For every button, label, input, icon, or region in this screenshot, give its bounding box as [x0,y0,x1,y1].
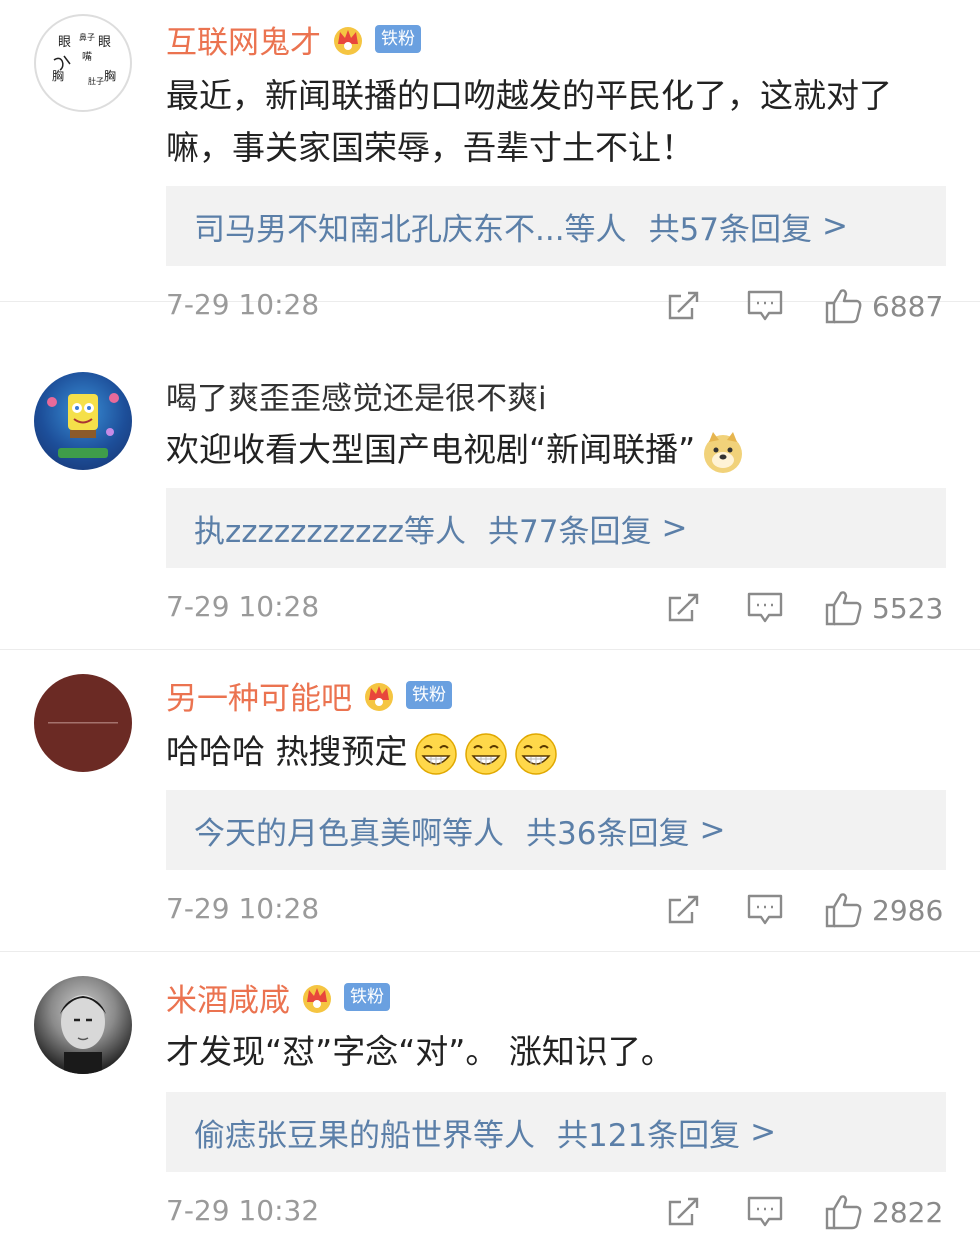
comment-button[interactable] [746,1190,784,1234]
comment-icon [747,894,783,925]
timestamp: 7-29 10:28 [166,590,320,623]
timestamp: 7-29 10:28 [166,892,320,925]
comment-button[interactable] [746,586,784,630]
comment-icon [747,290,783,321]
avatar[interactable] [34,976,132,1074]
avatar-text: 嘴 [82,51,92,63]
reply-count: 共57条回复 [648,211,813,248]
like-count: 2822 [872,1195,944,1229]
comment-text: 欢迎收看大型国产电视剧“新闻联播” [166,424,950,476]
reply-users: 今天的月色真美啊等人 [194,815,504,852]
like-icon [825,289,862,324]
name-line: 喝了爽歪歪感觉还是很不爽i [166,370,547,420]
avatar-text: 眼 [98,35,111,50]
chevron-right-icon: > [750,1114,777,1150]
like-button[interactable]: 2986 [824,888,943,932]
username[interactable]: 喝了爽歪歪感觉还是很不爽i [166,373,547,418]
doge-emoji [704,431,743,473]
like-button[interactable]: 6887 [824,284,943,328]
meta-row: 7-29 10:28 5523 [166,584,946,634]
username[interactable]: 另一种可能吧 [166,673,352,718]
comment-button[interactable] [746,888,784,932]
cartoon-avatar [47,393,119,458]
comment-icon [747,592,783,623]
dark-red-avatar [48,722,118,724]
reply-summary[interactable]: 执zzzzzzzzzzz等人 共77条回复 > [166,488,946,568]
grin-emoji [464,732,507,775]
timestamp: 7-29 10:28 [166,288,320,321]
meta-row: 7-29 10:28 2986 [166,886,946,936]
reply-summary[interactable]: 今天的月色真美啊等人 共36条回复 > [166,790,946,870]
comment-text: 才发现“怼”字念“对”。 涨知识了。 [166,1032,674,1071]
username[interactable]: 米酒咸咸 [166,975,290,1020]
share-icon [668,895,699,924]
like-icon [825,591,862,626]
meta-row: 7-29 10:28 6887 [166,282,946,332]
reply-users: 偷痣张豆果的船世界等人 [194,1117,535,1154]
reply-users: 司马男不知南北孔庆东不...等人 [194,211,627,248]
crown-icon [303,985,331,1013]
crown-icon [334,27,362,55]
crown-icon [365,683,393,711]
name-line: 互联网鬼才 铁粉 [166,14,421,64]
share-icon [668,1197,699,1226]
meta-row: 7-29 10:32 2822 [166,1188,946,1238]
photo-avatar [60,995,106,1074]
like-icon [825,893,862,928]
avatar-text: 肚子 [88,77,104,86]
comment-text: 最近，新闻联播的口吻越发的平民化了，这就对了嘛，事关家国荣辱，吾辈寸土不让！ [166,76,892,167]
like-count: 5523 [872,591,944,625]
like-count: 2986 [872,893,944,927]
grin-emoji [414,732,457,775]
avatar[interactable] [34,372,132,470]
like-count: 6887 [872,289,944,323]
avatar-text: 胸 [104,68,116,83]
reply-summary[interactable]: 偷痣张豆果的船世界等人 共121条回复 > [166,1092,946,1172]
avatar-text: 鼻子 [79,32,95,42]
timestamp: 7-29 10:32 [166,1194,320,1227]
reply-summary[interactable]: 司马男不知南北孔庆东不...等人 共57条回复 > [166,186,946,266]
reply-count: 共121条回复 [557,1117,741,1154]
fan-badge: 铁粉 [375,25,421,53]
chevron-right-icon: > [661,510,688,546]
like-button[interactable]: 5523 [824,586,943,630]
share-icon [668,291,699,320]
share-button[interactable] [666,586,702,630]
grin-emoji [514,732,557,775]
comment-card: 另一种可能吧 铁粉 哈哈哈 热搜预定 今天的月色真美啊等人 共36条回复 > 7… [0,650,980,952]
chevron-right-icon: > [699,812,726,848]
fan-badge: 铁粉 [344,983,390,1011]
comment-text-content: 欢迎收看大型国产电视剧“新闻联播” [166,430,696,469]
comment-icon [747,1196,783,1227]
fan-badge: 铁粉 [406,681,452,709]
hand-drawn-text-avatar: 眼 鼻子 眼 嘴 胸 肚子 胸 [52,32,116,86]
share-button[interactable] [666,888,702,932]
like-icon [825,1195,862,1230]
name-line: 另一种可能吧 铁粉 [166,670,452,720]
comment-card: 喝了爽歪歪感觉还是很不爽i 欢迎收看大型国产电视剧“新闻联播” 执zzzzzzz… [0,348,980,650]
like-button[interactable]: 2822 [824,1190,943,1234]
reply-count: 共77条回复 [488,513,652,550]
reply-users: 执zzzzzzzzzzz等人 [194,513,466,550]
share-button[interactable] [666,1190,702,1234]
share-icon [668,593,699,622]
avatar[interactable] [34,674,132,772]
chevron-right-icon: > [822,208,848,244]
username[interactable]: 互联网鬼才 [166,17,321,62]
avatar-text: 胸 [52,68,64,83]
comment-card: 眼 鼻子 眼 嘴 胸 肚子 胸 互联网鬼才 铁粉 最近，新闻联播的口吻越发的平民… [0,0,980,324]
name-line: 米酒咸咸 铁粉 [166,972,390,1022]
share-button[interactable] [666,284,702,328]
avatar-text: 眼 [58,35,71,50]
comment-button[interactable] [746,284,784,328]
comment-text: 哈哈哈 热搜预定 [166,726,950,778]
comment-text-content: 哈哈哈 热搜预定 [166,732,408,771]
reply-count: 共36条回复 [526,815,690,852]
avatar[interactable]: 眼 鼻子 眼 嘴 胸 肚子 胸 [34,14,132,112]
comment-card: 米酒咸咸 铁粉 才发现“怼”字念“对”。 涨知识了。 偷痣张豆果的船世界等人 共… [0,952,980,1243]
